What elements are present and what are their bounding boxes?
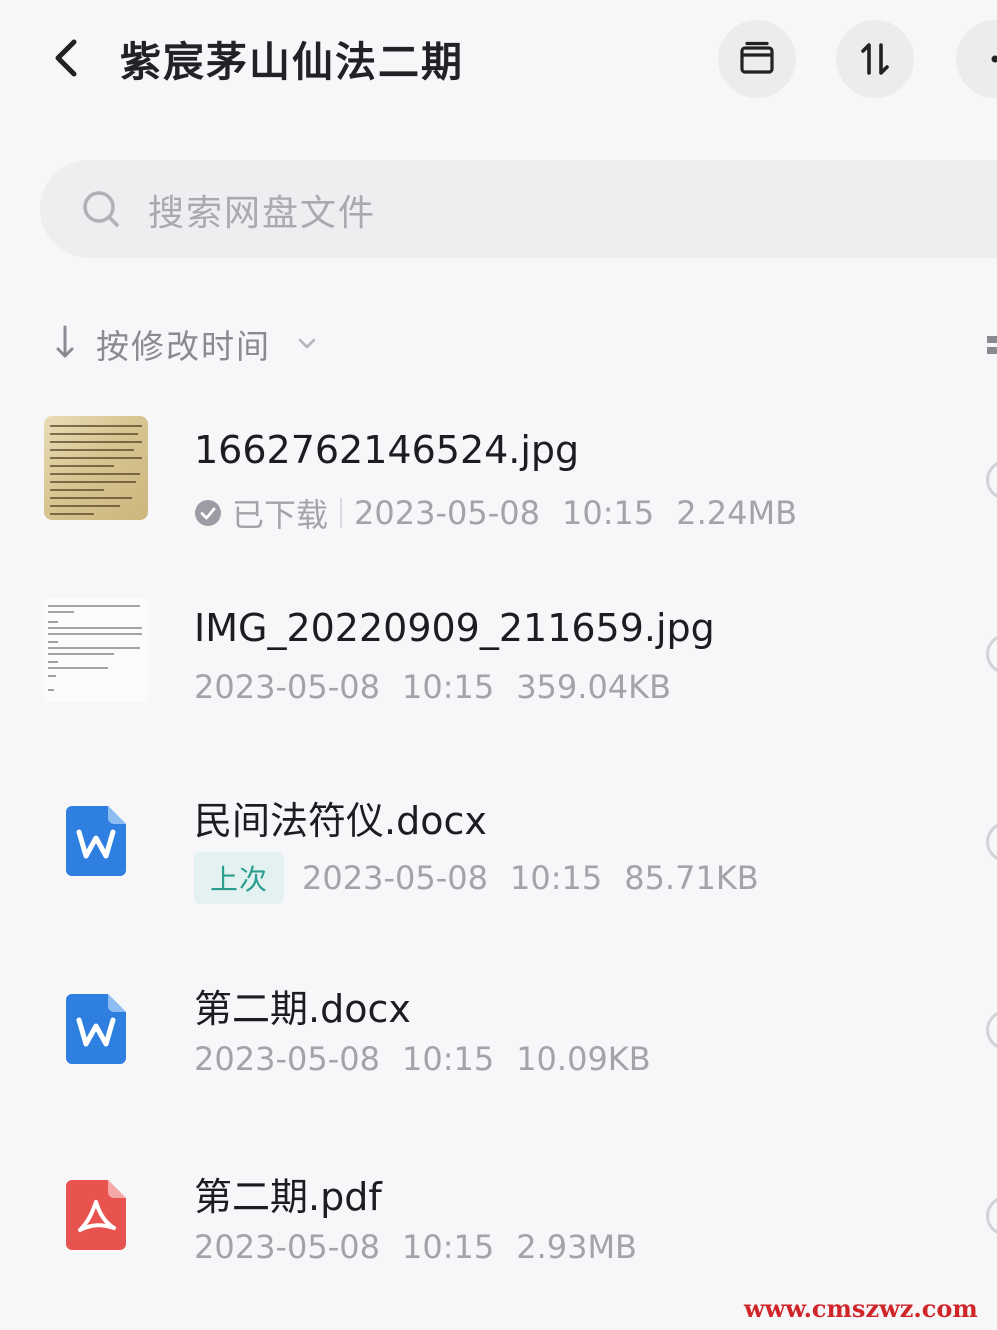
file-name: 第二期.docx [194,987,411,1031]
file-time: 10:15 [401,1040,495,1078]
document-photo-icon [50,425,142,515]
file-meta: 已下载 2023-05-08 10:15 2.24MB [194,490,797,536]
file-type-icon [66,806,126,876]
more-button[interactable] [956,20,997,98]
file-meta: 2023-05-08 10:15 10.09KB [194,1040,651,1078]
file-time: 10:15 [401,668,495,706]
file-row[interactable]: 第二期.docx 2023-05-08 10:15 10.09KB [0,974,997,1114]
file-size: 85.71KB [624,859,759,897]
select-checkbox[interactable] [986,634,997,674]
text-photo-icon [48,605,142,691]
file-name: IMG_20220909_211659.jpg [194,606,715,650]
arrow-down-icon [56,325,74,358]
archive-icon [740,41,774,74]
file-type-icon [66,994,126,1064]
downloaded-check-icon [195,500,221,526]
app-header: 紫宸茅山仙法二期 [0,0,997,120]
file-meta: 2023-05-08 10:15 2.93MB [194,1228,637,1266]
file-row[interactable]: 民间法符仪.docx 上次 2023-05-08 10:15 85.71KB [0,786,997,926]
file-name: 第二期.pdf [194,1175,382,1219]
file-date: 2023-05-08 [194,1228,380,1266]
sort-order-button[interactable] [836,20,914,98]
search-icon [83,191,119,227]
file-date: 2023-05-08 [194,668,380,706]
file-name: 1662762146524.jpg [194,428,580,472]
file-thumbnail [44,598,148,702]
page-title: 紫宸茅山仙法二期 [120,38,464,86]
more-icon [991,55,997,63]
sort-label: 按修改时间 [96,327,271,366]
file-date: 2023-05-08 [302,859,488,897]
view-mode-icon[interactable] [984,334,997,356]
file-thumbnail [44,416,148,520]
chevron-left-icon [55,39,77,77]
archive-button[interactable] [718,20,796,98]
word-doc-icon [66,994,126,1064]
select-checkbox[interactable] [986,822,997,862]
file-size: 2.24MB [676,494,798,532]
back-button[interactable] [44,34,92,82]
search-bar[interactable]: 搜索网盘文件 [40,160,997,258]
file-time: 10:15 [401,1228,495,1266]
file-time: 10:15 [561,494,655,532]
last-opened-badge: 上次 [194,852,285,904]
word-doc-icon [66,806,126,876]
select-checkbox[interactable] [986,1010,997,1050]
chevron-down-icon [298,338,316,349]
file-type-icon [66,1180,126,1250]
meta-divider [340,498,343,528]
file-row[interactable]: 1662762146524.jpg 已下载 2023-05-08 10:15 2… [0,410,997,550]
file-time: 10:15 [509,859,603,897]
file-meta: 上次 2023-05-08 10:15 85.71KB [194,852,759,904]
search-placeholder: 搜索网盘文件 [148,193,377,234]
file-meta: 2023-05-08 10:15 359.04KB [194,668,671,706]
file-size: 10.09KB [516,1040,651,1078]
file-name: 民间法符仪.docx [194,799,487,843]
select-checkbox[interactable] [986,1196,997,1236]
file-date: 2023-05-08 [354,494,540,532]
download-status: 已下载 [232,496,329,534]
file-row[interactable]: 第二期.pdf 2023-05-08 10:15 2.93MB [0,1162,997,1302]
file-size: 2.93MB [516,1228,637,1266]
site-watermark: www.cmszwz.com [744,1294,978,1323]
select-checkbox[interactable] [986,460,997,500]
file-size: 359.04KB [516,668,672,706]
file-date: 2023-05-08 [194,1040,380,1078]
pdf-doc-icon [66,1180,126,1250]
sort-toggle-icon [861,43,889,75]
sort-selector[interactable]: 按修改时间 [50,318,350,368]
file-row[interactable]: IMG_20220909_211659.jpg 2023-05-08 10:15… [0,598,997,738]
